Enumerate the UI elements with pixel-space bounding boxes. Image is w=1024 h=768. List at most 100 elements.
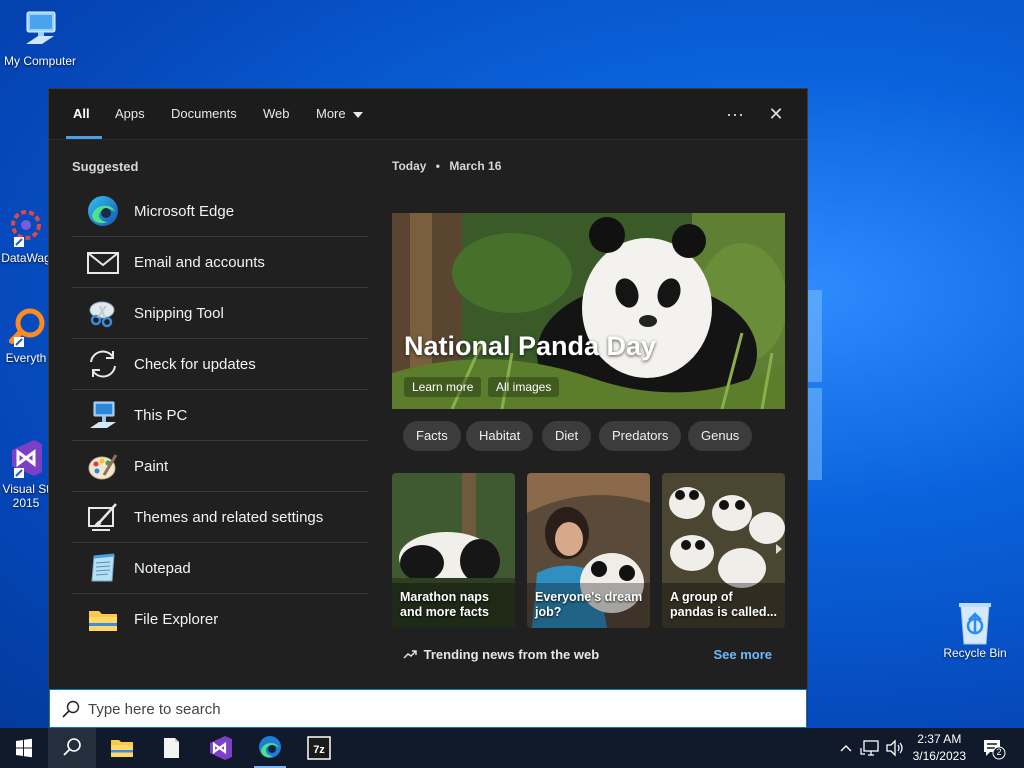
notepad-taskbar-button[interactable] xyxy=(147,728,195,768)
datawag-icon xyxy=(4,205,48,249)
chip-habitat[interactable]: Habitat xyxy=(466,421,534,451)
chevron-right-icon xyxy=(776,544,782,554)
notepad-icon xyxy=(164,738,179,758)
search-icon xyxy=(63,738,81,756)
tab-documents[interactable]: Documents xyxy=(171,106,237,140)
trending-news-header: Trending news from the web xyxy=(403,647,599,662)
tab-more-label: More xyxy=(316,106,346,121)
clock-button[interactable]: 2:37 AM 3/16/2023 xyxy=(913,731,966,765)
suggested-item-microsoft-edge[interactable]: Microsoft Edge xyxy=(72,186,368,237)
suggested-item-label: Check for updates xyxy=(134,355,256,373)
start-button[interactable] xyxy=(0,728,48,768)
7zip-icon: 7z xyxy=(307,736,331,760)
edge-taskbar-button[interactable] xyxy=(246,728,294,768)
tab-web[interactable]: Web xyxy=(263,106,290,140)
speaker-icon xyxy=(886,739,903,757)
hero-card[interactable]: National Panda Day Learn more All images xyxy=(392,213,785,409)
folder-icon xyxy=(86,603,120,637)
see-more-link[interactable]: See more xyxy=(713,647,772,662)
notification-icon xyxy=(984,740,1006,760)
start-icon xyxy=(16,738,32,758)
suggested-item-email-accounts[interactable]: Email and accounts xyxy=(72,237,368,288)
today-section: Today • March 16 National Panda Day Lear… xyxy=(392,159,786,662)
news-card-group-of-pandas[interactable]: A group of pandas is called... xyxy=(662,473,785,628)
news-card-caption: A group of pandas is called... xyxy=(670,590,777,619)
search-panel-header: All Apps Documents Web More ··· ✕ xyxy=(49,89,807,140)
volume-tray-button[interactable] xyxy=(884,738,906,758)
themes-icon xyxy=(86,500,120,534)
recycle-bin-icon xyxy=(953,600,997,645)
search-input[interactable] xyxy=(88,698,788,720)
taskbar: 7z 2:37 AM 3/16/2023 2 xyxy=(0,728,1024,768)
hero-title: National Panda Day xyxy=(404,331,657,361)
wallpaper-logo-pane xyxy=(808,388,822,480)
suggested-item-themes[interactable]: Themes and related settings xyxy=(72,492,368,543)
desktop-icon-label: My Computer xyxy=(3,54,77,68)
visual-studio-icon xyxy=(4,422,48,478)
suggested-section: Suggested Microsoft Edge Email and accou… xyxy=(72,159,368,645)
refresh-icon xyxy=(86,347,120,381)
suggested-item-file-explorer[interactable]: File Explorer xyxy=(72,594,368,645)
edge-icon xyxy=(259,736,281,758)
suggested-item-notepad[interactable]: Notepad xyxy=(72,543,368,594)
more-options-button[interactable]: ··· xyxy=(721,101,749,129)
chip-predators[interactable]: Predators xyxy=(599,421,682,451)
separator-dot: • xyxy=(435,159,440,173)
tab-all[interactable]: All xyxy=(73,106,90,140)
news-card-caption: Marathon naps and more facts xyxy=(400,590,489,619)
computer-icon xyxy=(86,398,120,432)
paint-icon xyxy=(86,449,120,483)
mail-icon xyxy=(86,245,120,279)
today-header: Today • March 16 xyxy=(392,159,786,173)
chip-diet[interactable]: Diet xyxy=(542,421,592,451)
desktop-icon-recycle-bin[interactable]: Recycle Bin xyxy=(935,600,1015,660)
visual-studio-icon xyxy=(210,736,232,760)
clock-time: 2:37 AM xyxy=(917,732,962,746)
close-button[interactable]: ✕ xyxy=(762,101,790,129)
network-tray-button[interactable] xyxy=(860,738,882,758)
caret-down-icon xyxy=(353,111,364,118)
suggested-item-label: File Explorer xyxy=(134,611,219,628)
desktop-icon-my-computer[interactable]: My Computer xyxy=(0,8,80,68)
visual-studio-taskbar-button[interactable] xyxy=(197,728,245,768)
suggested-item-this-pc[interactable]: This PC xyxy=(72,390,368,441)
7zip-taskbar-button[interactable]: 7z xyxy=(295,728,343,768)
carousel-next-button[interactable] xyxy=(771,537,787,561)
computer-icon xyxy=(18,8,62,52)
suggested-item-paint[interactable]: Paint xyxy=(72,441,368,492)
clock-date: 3/16/2023 xyxy=(912,749,966,763)
tab-apps[interactable]: Apps xyxy=(115,106,145,140)
today-label: Today xyxy=(392,159,427,173)
search-taskbar-button[interactable] xyxy=(48,728,96,768)
today-date: March 16 xyxy=(449,159,502,173)
svg-text:7z: 7z xyxy=(313,744,325,756)
trending-news-label: Trending news from the web xyxy=(423,647,600,662)
suggested-item-label: Paint xyxy=(134,457,169,475)
active-tab-indicator xyxy=(66,136,102,139)
file-explorer-taskbar-button[interactable] xyxy=(98,728,146,768)
suggested-item-snipping-tool[interactable]: Snipping Tool xyxy=(72,288,368,339)
suggested-item-check-for-updates[interactable]: Check for updates xyxy=(72,339,368,390)
suggested-item-label: Notepad xyxy=(134,559,191,577)
news-card-dream-job[interactable]: Everyone's dream job? xyxy=(527,473,650,628)
snipping-tool-icon xyxy=(86,296,120,330)
everything-search-icon xyxy=(4,305,48,349)
chevron-up-icon xyxy=(840,745,852,752)
edge-icon xyxy=(86,194,120,228)
learn-more-link[interactable]: Learn more xyxy=(404,377,482,397)
search-icon xyxy=(62,700,80,718)
chip-facts[interactable]: Facts xyxy=(403,421,461,451)
search-bar xyxy=(49,689,807,728)
network-icon xyxy=(860,740,879,756)
tab-more[interactable]: More xyxy=(316,106,364,140)
action-center-button[interactable]: 2 xyxy=(978,734,1008,762)
search-panel: All Apps Documents Web More ··· ✕ Sugges… xyxy=(48,88,808,728)
news-card-marathon-naps[interactable]: Marathon naps and more facts xyxy=(392,473,515,628)
suggested-item-label: Microsoft Edge xyxy=(134,202,235,220)
show-hidden-icons-button[interactable] xyxy=(838,738,854,758)
chip-genus[interactable]: Genus xyxy=(688,421,753,451)
notification-count-badge: 2 xyxy=(996,747,1002,757)
all-images-link[interactable]: All images xyxy=(488,377,560,397)
suggested-item-label: Themes and related settings xyxy=(134,508,324,526)
trending-arrow-icon xyxy=(403,650,417,659)
